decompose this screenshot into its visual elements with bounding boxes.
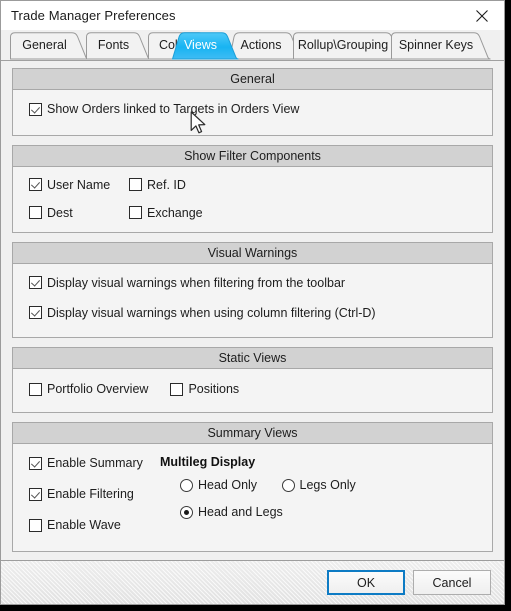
filter-row-1: User Name Ref. ID	[29, 178, 476, 192]
group-title: Static Views	[13, 348, 492, 369]
checkbox-box	[29, 518, 42, 532]
multileg-display-section: Multileg Display Head Only Legs Only Hea…	[160, 455, 476, 524]
checkbox-exchange[interactable]: Exchange	[129, 206, 203, 220]
checkbox-box	[170, 382, 184, 396]
checkbox-portfolio-overview[interactable]: Portfolio Overview	[29, 382, 148, 396]
checkbox-enable-filtering[interactable]: Enable Filtering	[29, 487, 134, 501]
summary-toggles: Enable Summary Enable Filtering Enable W…	[29, 455, 160, 537]
summary-views-layout: Enable Summary Enable Filtering Enable W…	[29, 455, 476, 537]
tab-views[interactable]: Views	[171, 32, 239, 60]
checkbox-box	[29, 102, 42, 116]
tab-shape	[391, 32, 491, 60]
tab-shape	[10, 32, 89, 60]
group-static-views: Static Views Portfolio Overview Position…	[12, 347, 493, 413]
tab-shape	[86, 32, 151, 60]
checkbox-label: Enable Wave	[47, 518, 121, 532]
group-general: General Show Orders linked to Targets in…	[12, 68, 493, 136]
checkbox-box	[129, 178, 142, 191]
checkbox-box	[29, 456, 42, 470]
checkbox-label: Display visual warnings when using colum…	[47, 305, 376, 320]
close-button[interactable]	[459, 1, 504, 30]
radio-legs-only[interactable]: Legs Only	[281, 478, 356, 492]
checkbox-box	[29, 178, 42, 191]
tab-rollup-grouping[interactable]: Rollup\Grouping	[293, 32, 403, 60]
checkbox-positions[interactable]: Positions	[170, 382, 239, 396]
radio-circle	[180, 505, 193, 519]
group-body: Display visual warnings when filtering f…	[13, 263, 492, 337]
radio-label: Head Only	[198, 478, 258, 492]
static-views-row: Portfolio Overview Positions	[29, 382, 476, 396]
checkbox-box	[29, 306, 42, 319]
checkbox-label: Positions	[188, 382, 240, 396]
tab-strip: General Fonts Colors	[1, 30, 504, 60]
checkbox-box	[29, 276, 42, 289]
group-show-filter-components: Show Filter Components User Name Ref. ID	[12, 144, 493, 233]
group-title: Visual Warnings	[13, 242, 492, 264]
group-visual-warnings: Visual Warnings Display visual warnings …	[12, 241, 493, 338]
group-body: Portfolio Overview Positions	[13, 369, 492, 412]
checkbox-label: Portfolio Overview	[47, 382, 149, 396]
title-bar: Trade Manager Preferences	[1, 1, 504, 30]
checkbox-label: Enable Filtering	[47, 487, 134, 501]
checkbox-box	[29, 382, 42, 396]
radio-circle	[180, 478, 193, 492]
checkbox-show-orders-linked[interactable]: Show Orders linked to Targets in Orders …	[29, 102, 299, 116]
checkbox-dest[interactable]: Dest	[29, 206, 110, 220]
checkbox-enable-wave[interactable]: Enable Wave	[29, 518, 121, 532]
radio-head-only[interactable]: Head Only	[180, 478, 257, 492]
checkbox-label: Display visual warnings when filtering f…	[47, 275, 346, 290]
cancel-button[interactable]: Cancel	[413, 570, 491, 595]
checkbox-label: User Name	[47, 177, 111, 192]
window-title: Trade Manager Preferences	[11, 8, 176, 23]
tab-shape	[228, 32, 303, 60]
tab-spinner-keys[interactable]: Spinner Keys	[391, 32, 491, 60]
checkbox-box	[29, 487, 42, 501]
tab-general[interactable]: General	[10, 32, 89, 60]
checkbox-user-name[interactable]: User Name	[29, 178, 110, 192]
checkbox-ref-id[interactable]: Ref. ID	[129, 178, 186, 192]
preferences-dialog: Trade Manager Preferences General Fonts …	[0, 0, 505, 605]
checkbox-box	[29, 206, 42, 219]
tab-actions[interactable]: Actions	[228, 32, 303, 60]
group-title: Summary Views	[13, 423, 492, 444]
tab-shape	[171, 32, 239, 60]
checkbox-box	[129, 206, 142, 219]
checkbox-label: Ref. ID	[147, 177, 186, 192]
group-title: Show Filter Components	[13, 145, 492, 167]
tab-fonts[interactable]: Fonts	[86, 32, 151, 60]
checkbox-label: Show Orders linked to Targets in Orders …	[47, 102, 300, 116]
multileg-display-title: Multileg Display	[160, 455, 256, 469]
radio-label: Legs Only	[299, 478, 356, 492]
checkbox-label: Enable Summary	[47, 456, 143, 470]
group-summary-views: Summary Views Enable Summary Enable Filt…	[12, 422, 493, 552]
close-icon	[475, 9, 489, 23]
filter-row-2: Dest Exchange	[29, 206, 476, 220]
group-body: Enable Summary Enable Filtering Enable W…	[13, 444, 492, 551]
group-body: User Name Ref. ID Dest Exchange	[13, 166, 492, 232]
radio-label: Head and Legs	[198, 505, 283, 519]
tab-shape	[293, 32, 403, 60]
radio-circle	[281, 478, 295, 492]
group-body: Show Orders linked to Targets in Orders …	[13, 90, 492, 135]
checkbox-warn-toolbar-filtering[interactable]: Display visual warnings when filtering f…	[29, 276, 345, 290]
checkbox-label: Exchange	[147, 205, 203, 220]
checkbox-warn-column-filtering[interactable]: Display visual warnings when using colum…	[29, 306, 376, 320]
radio-head-and-legs[interactable]: Head and Legs	[180, 505, 283, 519]
checkbox-enable-summary[interactable]: Enable Summary	[29, 456, 143, 470]
dialog-footer: OK Cancel	[1, 560, 504, 604]
ok-button[interactable]: OK	[327, 570, 405, 595]
checkbox-label: Dest	[47, 205, 73, 220]
group-title: General	[13, 69, 492, 90]
tab-panel-views: General Show Orders linked to Targets in…	[1, 60, 504, 560]
